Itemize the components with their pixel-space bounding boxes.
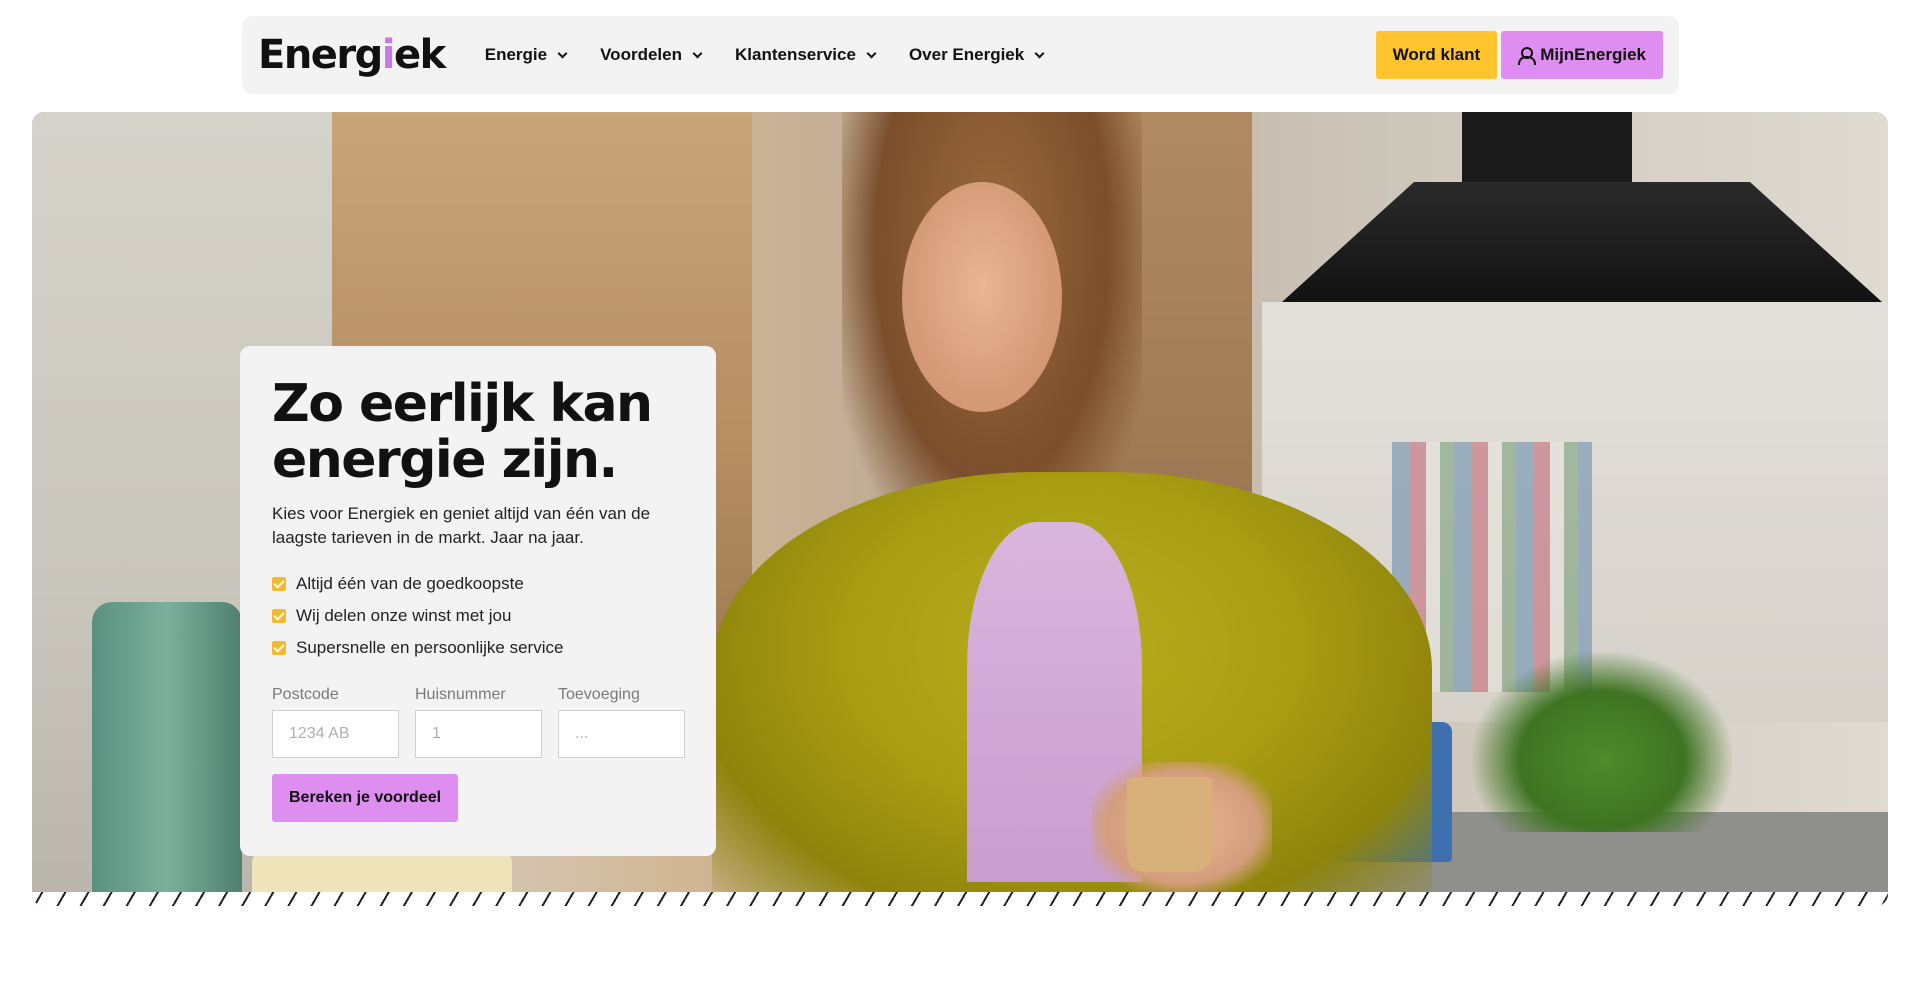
huisnummer-input[interactable] bbox=[415, 710, 542, 758]
benefit-label: Wij delen onze winst met jou bbox=[296, 606, 512, 625]
menu-item-energie[interactable]: Energie bbox=[484, 45, 568, 65]
logo-text-suffix: ek bbox=[394, 32, 446, 78]
address-form: Postcode Huisnummer Toevoeging bbox=[272, 686, 685, 758]
chevron-down-icon bbox=[866, 48, 877, 58]
check-icon bbox=[272, 641, 286, 655]
menu-item-label: Voordelen bbox=[600, 45, 682, 64]
menu-item-voordelen[interactable]: Voordelen bbox=[600, 45, 703, 65]
hero-title-line-1: Zo eerlijk kan bbox=[272, 374, 653, 434]
benefit-label: Supersnelle en persoonlijke service bbox=[296, 638, 564, 657]
check-icon bbox=[272, 577, 286, 591]
menu-item-label: Over Energiek bbox=[908, 45, 1025, 64]
energiek-logo[interactable]: Energ i ek bbox=[258, 32, 446, 78]
nav-actions: Word klant MijnEnergiek bbox=[1375, 31, 1663, 79]
logo-text-accent: i bbox=[381, 32, 396, 78]
chevron-down-icon bbox=[1034, 48, 1045, 58]
chevron-down-icon bbox=[692, 48, 703, 58]
chevron-down-icon bbox=[557, 48, 568, 58]
postcode-input[interactable] bbox=[272, 710, 399, 758]
check-icon bbox=[272, 609, 286, 623]
huisnummer-field-group: Huisnummer bbox=[415, 686, 542, 758]
benefit-item: Altijd één van de goedkoopste bbox=[272, 568, 684, 600]
benefit-item: Wij delen onze winst met jou bbox=[272, 600, 684, 632]
hero-title-line-2: energie zijn. bbox=[272, 430, 618, 490]
menu-item-klantenservice[interactable]: Klantenservice bbox=[734, 45, 877, 65]
postcode-label: Postcode bbox=[272, 686, 339, 703]
word-klant-button[interactable]: Word klant bbox=[1375, 31, 1498, 79]
toevoeging-input[interactable] bbox=[558, 710, 685, 758]
benefit-item: Supersnelle en persoonlijke service bbox=[272, 632, 684, 664]
hero-image: Zo eerlijk kan energie zijn. Kies voor E… bbox=[32, 112, 1888, 906]
main-menu: Energie Voordelen Klantenservice Over En… bbox=[485, 45, 1077, 65]
hero-card: Zo eerlijk kan energie zijn. Kies voor E… bbox=[240, 346, 716, 856]
mijn-energiek-label: MijnEnergiek bbox=[1540, 45, 1646, 64]
benefit-list: Altijd één van de goedkoopste Wij delen … bbox=[272, 568, 684, 664]
huisnummer-label: Huisnummer bbox=[415, 686, 506, 703]
toevoeging-label: Toevoeging bbox=[558, 686, 640, 703]
bereken-voordeel-button[interactable]: Bereken je voordeel bbox=[272, 774, 459, 822]
hero-title: Zo eerlijk kan energie zijn. bbox=[272, 376, 684, 488]
top-navigation: Energ i ek Energie Voordelen Klantenservic… bbox=[242, 16, 1679, 94]
logo-text-prefix: Energ bbox=[258, 32, 383, 78]
menu-item-label: Energie bbox=[484, 45, 548, 64]
toevoeging-field-group: Toevoeging bbox=[558, 686, 685, 758]
hero-lead: Kies voor Energiek en geniet altijd van … bbox=[272, 504, 651, 547]
postcode-field-group: Postcode bbox=[272, 686, 399, 758]
user-icon bbox=[1518, 47, 1537, 65]
menu-item-over-energiek[interactable]: Over Energiek bbox=[908, 45, 1045, 65]
benefit-label: Altijd één van de goedkoopste bbox=[296, 574, 524, 593]
mijn-energiek-button[interactable]: MijnEnergiek bbox=[1501, 31, 1663, 79]
menu-item-label: Klantenservice bbox=[734, 45, 856, 64]
decorative-stripe-border bbox=[32, 892, 1888, 906]
